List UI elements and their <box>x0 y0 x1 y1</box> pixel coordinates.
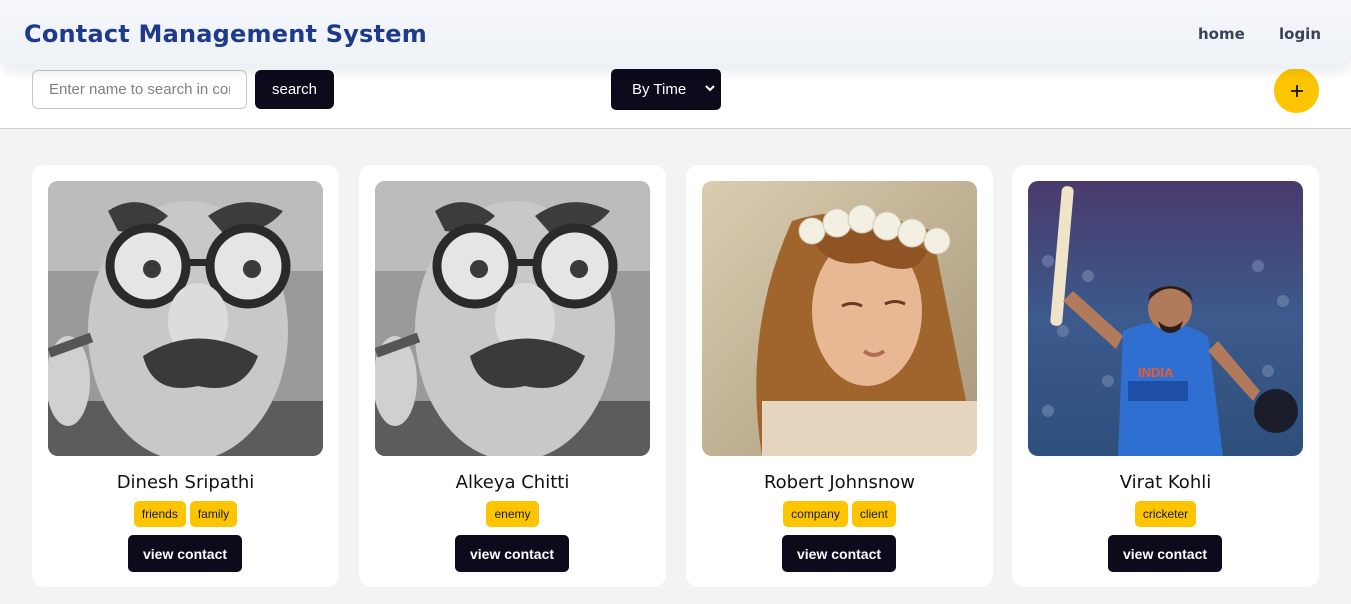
sort-select-value: By Time <box>632 81 687 98</box>
view-contact-button[interactable]: view contact <box>1108 535 1222 572</box>
tag-badge: family <box>189 501 238 527</box>
contact-photo[interactable] <box>702 181 977 456</box>
bw-man-disguise-photo <box>48 181 323 456</box>
contact-name: Virat Kohli <box>1119 472 1212 493</box>
contact-card: Robert Johnsnow company client view cont… <box>686 165 993 587</box>
tag-list: friends family <box>32 501 339 527</box>
view-contact-button[interactable]: view contact <box>782 535 896 572</box>
navbar: Contact Management System home login <box>0 0 1351 69</box>
search-button[interactable]: search <box>255 70 334 109</box>
contact-photo[interactable]: INDIA <box>1028 181 1303 456</box>
contact-card: Dinesh Sripathi friends family view cont… <box>32 165 339 587</box>
view-contact-button[interactable]: view contact <box>128 535 242 572</box>
contact-name: Alkeya Chitti <box>455 472 570 493</box>
nav-home-link[interactable]: home <box>1198 25 1245 43</box>
search-input[interactable] <box>32 70 247 109</box>
nav-login-link[interactable]: login <box>1279 25 1321 43</box>
sort-select[interactable]: By Time <box>611 69 721 110</box>
add-contact-button[interactable] <box>1274 68 1319 113</box>
contact-card: INDIA Virat Kohli cricketer view contact <box>1012 165 1319 587</box>
tag-badge: friends <box>133 501 186 527</box>
contact-name: Robert Johnsnow <box>763 472 916 493</box>
contact-photo[interactable] <box>375 181 650 456</box>
tag-list: enemy <box>359 501 666 527</box>
tag-list: cricketer <box>1012 501 1319 527</box>
contact-photo[interactable] <box>48 181 323 456</box>
contact-card: Alkeya Chitti enemy view contact <box>359 165 666 587</box>
cricketer-raising-bat-photo: INDIA <box>1028 181 1303 456</box>
chevron-down-icon <box>705 85 715 92</box>
app-title: Contact Management System <box>24 20 427 48</box>
bw-man-disguise-photo <box>375 181 650 456</box>
contact-name: Dinesh Sripathi <box>116 472 255 493</box>
plus-icon <box>1290 84 1303 97</box>
tag-badge: client <box>851 501 896 527</box>
woman-flower-crown-photo <box>702 181 977 456</box>
svg-text:INDIA: INDIA <box>1138 365 1174 380</box>
view-contact-button[interactable]: view contact <box>455 535 569 572</box>
tag-badge: company <box>783 501 848 527</box>
tag-badge: enemy <box>486 501 539 527</box>
tag-list: company client <box>686 501 993 527</box>
tag-badge: cricketer <box>1134 501 1197 527</box>
toolbar: search By Time <box>0 60 1351 129</box>
